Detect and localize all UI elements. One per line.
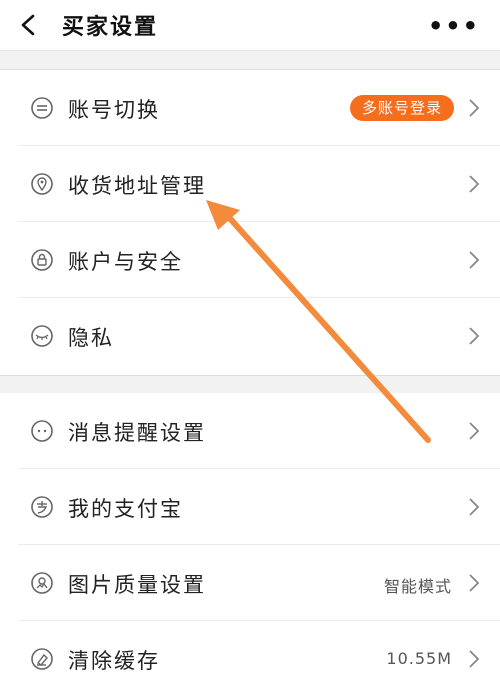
menu-item-label: 收货地址管理 — [68, 174, 206, 198]
location-pin-icon — [31, 173, 53, 195]
menu-item-label: 图片质量设置 — [68, 573, 206, 597]
menu-item-account-security[interactable]: 账户与安全 — [0, 222, 500, 298]
menu-item-clear-cache[interactable]: 清除缓存 10.55M — [0, 621, 500, 697]
menu-item-privacy[interactable]: 隐私 — [0, 298, 500, 374]
more-menu-icon[interactable]: ••• — [428, 12, 480, 40]
message-icon — [31, 420, 53, 442]
menu-item-label: 隐私 — [68, 326, 114, 350]
menu-item-label: 账户与安全 — [68, 250, 183, 274]
chevron-right-icon — [469, 422, 480, 440]
image-quality-value: 智能模式 — [383, 577, 452, 596]
menu-item-label: 清除缓存 — [68, 649, 160, 673]
top-bar: 买家设置 ••• — [0, 0, 500, 51]
chevron-right-icon — [469, 498, 480, 516]
clear-cache-icon — [31, 648, 53, 670]
menu-item-alipay[interactable]: 我的支付宝 — [0, 469, 500, 545]
lock-icon — [31, 249, 53, 271]
menu-item-account-switch[interactable]: 账号切换 多账号登录 — [0, 70, 500, 146]
chevron-right-icon — [469, 175, 480, 193]
menu-item-image-quality[interactable]: 图片质量设置 智能模式 — [0, 545, 500, 621]
menu-item-label: 我的支付宝 — [68, 497, 183, 521]
chevron-right-icon — [469, 327, 480, 345]
alipay-icon — [31, 496, 53, 518]
back-arrow-icon[interactable] — [18, 14, 40, 36]
eye-closed-icon — [31, 325, 53, 347]
section-divider — [0, 375, 500, 394]
menu-item-label: 账号切换 — [68, 98, 160, 122]
chevron-right-icon — [469, 574, 480, 592]
menu-item-label: 消息提醒设置 — [68, 421, 206, 445]
chevron-right-icon — [469, 251, 480, 269]
page-title: 买家设置 — [62, 15, 159, 40]
cache-size-value: 10.55M — [386, 649, 452, 668]
image-quality-icon — [31, 572, 53, 594]
chevron-right-icon — [469, 650, 480, 668]
section-divider — [0, 51, 500, 70]
switch-icon — [31, 97, 53, 119]
menu-item-shipping-address[interactable]: 收货地址管理 — [0, 146, 500, 222]
multi-account-badge[interactable]: 多账号登录 — [349, 95, 454, 121]
chevron-right-icon — [469, 99, 480, 117]
menu-item-message-settings[interactable]: 消息提醒设置 — [0, 393, 500, 469]
